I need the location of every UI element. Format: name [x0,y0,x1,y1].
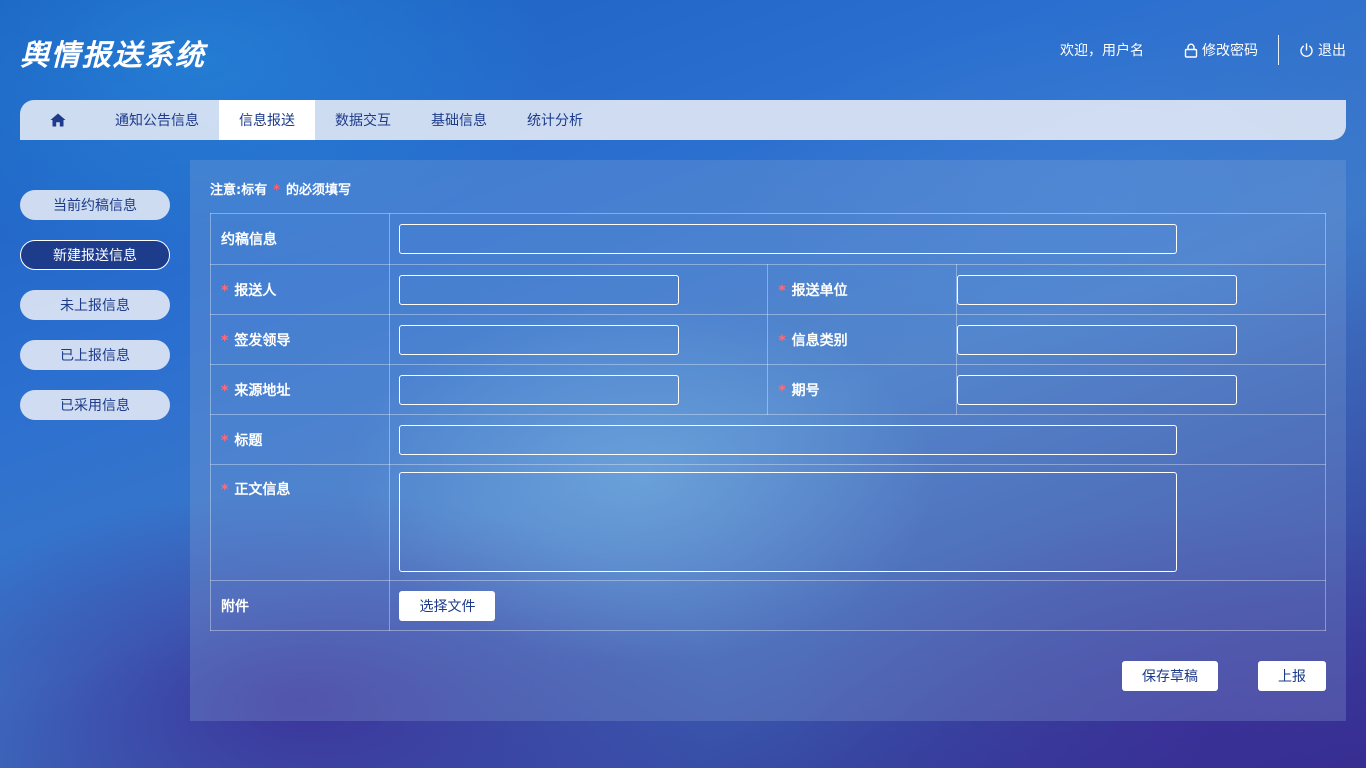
tab-data-exchange[interactable]: 数据交互 [315,100,411,140]
info-category-input[interactable] [957,324,1238,355]
issue-number-input[interactable] [957,374,1238,405]
app-title: 舆情报送系统 [20,38,207,72]
change-password-label: 修改密码 [1202,43,1258,59]
required-star: * [221,432,229,449]
home-icon [50,113,65,127]
body-textarea[interactable] [399,472,1178,572]
tab-label: 通知公告信息 [115,113,199,129]
tab-label: 信息报送 [239,113,295,129]
info-category-label: 信息类别 [791,332,848,349]
reporter-label: 报送人 [234,282,277,299]
source-address-input[interactable] [399,374,680,405]
draft-info-input[interactable] [399,224,1178,254]
issuing-leader-label: 签发领导 [234,332,291,349]
lock-icon [1184,43,1198,58]
reporter-input[interactable] [399,274,680,305]
required-star: * [221,482,229,498]
field-label: * 标题 [209,414,391,465]
save-draft-button[interactable]: 保存草稿 [1122,661,1218,691]
logout-label: 退出 [1318,43,1346,59]
field-label: 附件 [209,580,391,631]
report-unit-input[interactable] [957,274,1238,305]
sidebar-item-current-drafts[interactable]: 当前约稿信息 [20,190,170,220]
sidebar-item-unreported[interactable]: 未上报信息 [20,290,170,320]
field-label: * 报送单位 [767,264,958,315]
main-nav: 通知公告信息 信息报送 数据交互 基础信息 统计分析 [20,100,1346,140]
field-label: * 报送人 [209,264,391,315]
change-password-link[interactable]: 修改密码 [1184,40,1258,60]
power-icon [1300,42,1313,57]
issue-number-label: 期号 [791,382,820,399]
tab-basic-info[interactable]: 基础信息 [411,100,507,140]
required-star: * [221,282,229,299]
tab-statistics[interactable]: 统计分析 [507,100,603,140]
required-star: * [778,382,786,399]
draft-info-label: 约稿信息 [221,232,277,248]
attachment-label: 附件 [221,598,249,615]
field-label: * 来源地址 [209,364,391,415]
welcome-text: 欢迎，用户名 [1060,43,1144,59]
title-input[interactable] [399,424,1178,455]
required-star: * [778,282,786,299]
required-star: * [273,183,281,198]
required-note: 注意:标有 * 的必须填写 [210,179,351,198]
tab-label: 基础信息 [431,113,487,129]
title-label: 标题 [234,432,263,449]
report-unit-label: 报送单位 [791,282,848,299]
tab-notices[interactable]: 通知公告信息 [95,100,219,140]
issuing-leader-input[interactable] [399,324,680,355]
form-panel: 注意:标有 * 的必须填写 约稿信息 * 报送人 * 报送单位 * 签发领导 * 信息类别 … [190,160,1346,721]
report-form: 约稿信息 * 报送人 * 报送单位 * 签发领导 * 信息类别 * 来源地址 * 期号 * 标… [209,213,1326,631]
sidebar-item-adopted[interactable]: 已采用信息 [20,390,170,420]
nav-home[interactable] [20,100,95,140]
note-suffix: 的必须填写 [286,183,352,198]
tab-label: 数据交互 [335,113,391,129]
required-star: * [778,332,786,349]
submit-button[interactable]: 上报 [1258,661,1326,691]
header-divider [1278,35,1279,65]
source-address-label: 来源地址 [234,382,291,399]
sidebar-item-new-report[interactable]: 新建报送信息 [20,240,170,270]
required-star: * [221,382,229,399]
field-label: * 正文信息 [209,464,391,581]
logout-link[interactable]: 退出 [1299,40,1346,60]
field-label: * 签发领导 [209,314,391,365]
body-label: 正文信息 [234,482,291,498]
sidebar-item-reported[interactable]: 已上报信息 [20,340,170,370]
sidebar: 当前约稿信息 新建报送信息 未上报信息 已上报信息 已采用信息 [20,190,170,440]
field-label: 约稿信息 [209,213,391,265]
required-star: * [221,332,229,349]
tab-label: 统计分析 [527,113,583,129]
tab-info-report[interactable]: 信息报送 [219,100,315,140]
note-prefix: 注意:标有 [210,183,268,198]
field-label: * 期号 [767,364,958,415]
choose-file-button[interactable]: 选择文件 [399,590,496,621]
header-actions: 欢迎，用户名 修改密码 退出 [1060,35,1346,65]
field-label: * 信息类别 [767,314,958,365]
